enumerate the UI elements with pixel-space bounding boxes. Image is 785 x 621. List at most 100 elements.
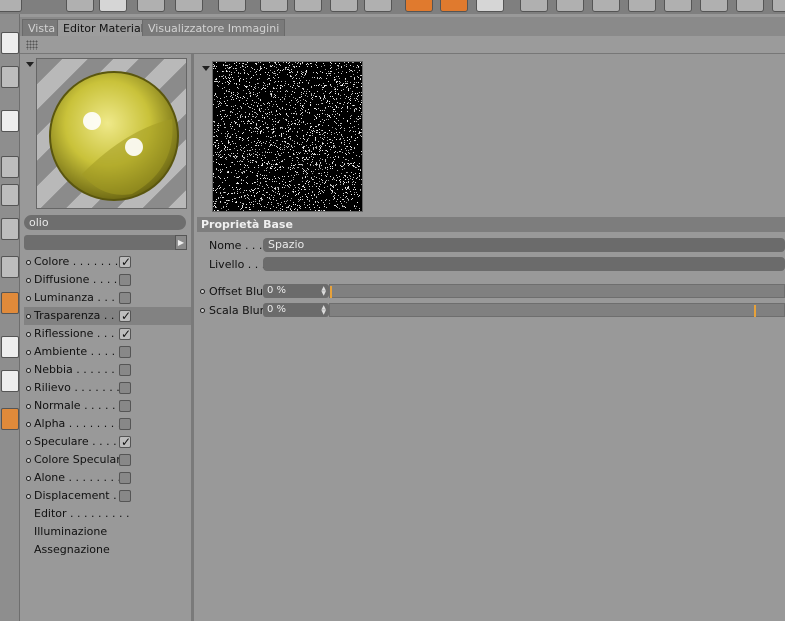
channel-colore-speculare[interactable]: Colore Speculare xyxy=(24,451,192,469)
channel-checkbox[interactable] xyxy=(119,346,131,358)
scala-blur-input[interactable]: 0 % ▲ ▼ xyxy=(263,303,329,317)
move-down-icon[interactable] xyxy=(99,0,127,12)
tab-vista[interactable]: Vista xyxy=(22,19,62,36)
render-settings-icon[interactable] xyxy=(476,0,504,12)
channel-dot-icon xyxy=(26,260,31,265)
deformer-icon[interactable] xyxy=(664,0,692,12)
channel-riflessione[interactable]: Riflessione . . . . . ✓ xyxy=(24,325,192,343)
grip-handle[interactable] xyxy=(26,40,38,50)
channel-checkbox[interactable] xyxy=(119,454,131,466)
channel-luminanza[interactable]: Luminanza . . . . . xyxy=(24,289,192,307)
channel-dot-icon xyxy=(26,350,31,355)
stepper-arrows-icon[interactable]: ▲ ▼ xyxy=(321,305,326,316)
points-mode-icon[interactable] xyxy=(1,218,19,240)
nome-field[interactable]: Spazio xyxy=(263,238,785,252)
texture-menu-icon[interactable] xyxy=(202,66,210,71)
tab-bar: Vista Editor Materiale Visualizzatore Im… xyxy=(20,17,785,36)
channel-checkbox[interactable] xyxy=(119,472,131,484)
render-icon[interactable] xyxy=(405,0,433,12)
channel-speculare[interactable]: Speculare . . . . . . ✓ xyxy=(24,433,192,451)
scala-blur-value: 0 % xyxy=(267,304,287,315)
scroll-right-icon[interactable]: ▶ xyxy=(175,235,187,250)
workplane-icon[interactable] xyxy=(1,408,19,430)
array-icon[interactable] xyxy=(628,0,656,12)
channel-list: Colore . . . . . . . . . ✓ Diffusione . … xyxy=(24,253,192,559)
layout-icon[interactable] xyxy=(1,32,19,54)
channel-trasparenza[interactable]: Trasparenza . . . . ✓ xyxy=(24,307,192,325)
channel-checkbox[interactable]: ✓ xyxy=(119,435,131,449)
channel-checkbox[interactable]: ✓ xyxy=(119,255,131,269)
channel-diffusione[interactable]: Diffusione . . . . . . xyxy=(24,271,192,289)
polygons-mode-icon[interactable] xyxy=(1,292,19,314)
channel-checkbox[interactable] xyxy=(119,490,131,502)
panel-divider[interactable] xyxy=(191,54,194,621)
object-mode-icon[interactable] xyxy=(1,184,19,206)
tab-visualizzatore-immagini[interactable]: Visualizzatore Immagini xyxy=(142,19,286,36)
offset-blur-value: 0 % xyxy=(267,285,287,296)
tool-icon[interactable] xyxy=(330,0,358,12)
checker-icon[interactable] xyxy=(1,336,19,358)
material-scrollbar[interactable]: ▶ xyxy=(24,235,187,250)
channel-alpha[interactable]: Alpha . . . . . . . . . xyxy=(24,415,192,433)
channel-checkbox[interactable] xyxy=(119,400,131,412)
channel-dot-icon xyxy=(26,314,31,319)
channel-label: Alone . . . . . . . . . xyxy=(34,471,128,484)
item-assegnazione[interactable]: Assegnazione xyxy=(24,541,192,559)
channel-label: Alpha . . . . . . . . . xyxy=(34,417,129,430)
channel-label: Colore Speculare xyxy=(34,453,128,466)
tool-icon[interactable] xyxy=(218,0,246,12)
stepper-arrows-icon[interactable]: ▲ ▼ xyxy=(321,286,326,297)
camera-icon[interactable] xyxy=(736,0,764,12)
channel-checkbox[interactable] xyxy=(119,274,131,286)
texture-mode-icon[interactable] xyxy=(1,370,19,392)
model-icon[interactable] xyxy=(1,110,19,132)
light-icon[interactable] xyxy=(772,0,785,12)
edges-mode-icon[interactable] xyxy=(1,256,19,278)
channel-label: Colore . . . . . . . . . xyxy=(34,255,133,268)
offset-blur-slider[interactable] xyxy=(329,284,785,298)
tool-icon[interactable] xyxy=(0,0,22,12)
scene-icon[interactable] xyxy=(700,0,728,12)
channel-checkbox[interactable] xyxy=(119,292,131,304)
channel-nebbia[interactable]: Nebbia . . . . . . . . xyxy=(24,361,192,379)
tool-icon[interactable] xyxy=(364,0,392,12)
item-editor[interactable]: Editor . . . . . . . . . xyxy=(24,505,192,523)
material-sphere xyxy=(49,71,179,201)
channel-rilievo[interactable]: Rilievo . . . . . . . . xyxy=(24,379,192,397)
channel-normale[interactable]: Normale . . . . . . . xyxy=(24,397,192,415)
spline-icon[interactable] xyxy=(556,0,584,12)
channel-checkbox[interactable] xyxy=(119,364,131,376)
tool-icon[interactable] xyxy=(260,0,288,12)
channel-colore[interactable]: Colore . . . . . . . . . ✓ xyxy=(24,253,192,271)
tool-icon[interactable] xyxy=(137,0,165,12)
arrow-right-icon[interactable] xyxy=(1,156,19,178)
nurbs-icon[interactable] xyxy=(592,0,620,12)
render-region-icon[interactable] xyxy=(440,0,468,12)
channel-alone[interactable]: Alone . . . . . . . . . xyxy=(24,469,192,487)
channel-displacement[interactable]: Displacement . . . xyxy=(24,487,192,505)
tool-palette xyxy=(0,14,20,621)
scala-blur-slider[interactable] xyxy=(329,303,785,317)
check-icon: ✓ xyxy=(121,327,132,341)
channel-checkbox[interactable] xyxy=(119,382,131,394)
section-header[interactable]: Proprietà Base xyxy=(197,217,785,232)
slider-marker[interactable] xyxy=(754,305,756,317)
tool-icon[interactable] xyxy=(294,0,322,12)
animation-dot-icon[interactable] xyxy=(200,308,205,313)
globe-icon[interactable] xyxy=(1,66,19,88)
animation-dot-icon[interactable] xyxy=(200,289,205,294)
offset-blur-input[interactable]: 0 % ▲ ▼ xyxy=(263,284,329,298)
channel-checkbox[interactable] xyxy=(119,418,131,430)
material-name-field[interactable]: olio xyxy=(24,215,186,230)
channel-label: Normale . . . . . . . xyxy=(34,399,130,412)
slider-marker[interactable] xyxy=(330,286,332,298)
preview-menu-icon[interactable] xyxy=(26,62,34,67)
channel-checkbox[interactable]: ✓ xyxy=(119,327,132,341)
livello-field[interactable] xyxy=(263,257,785,271)
tool-icon[interactable] xyxy=(175,0,203,12)
channel-checkbox[interactable]: ✓ xyxy=(119,309,131,323)
tool-icon[interactable] xyxy=(66,0,94,12)
cube-icon[interactable] xyxy=(520,0,548,12)
channel-ambiente[interactable]: Ambiente . . . . . . xyxy=(24,343,192,361)
item-illuminazione[interactable]: Illuminazione xyxy=(24,523,192,541)
